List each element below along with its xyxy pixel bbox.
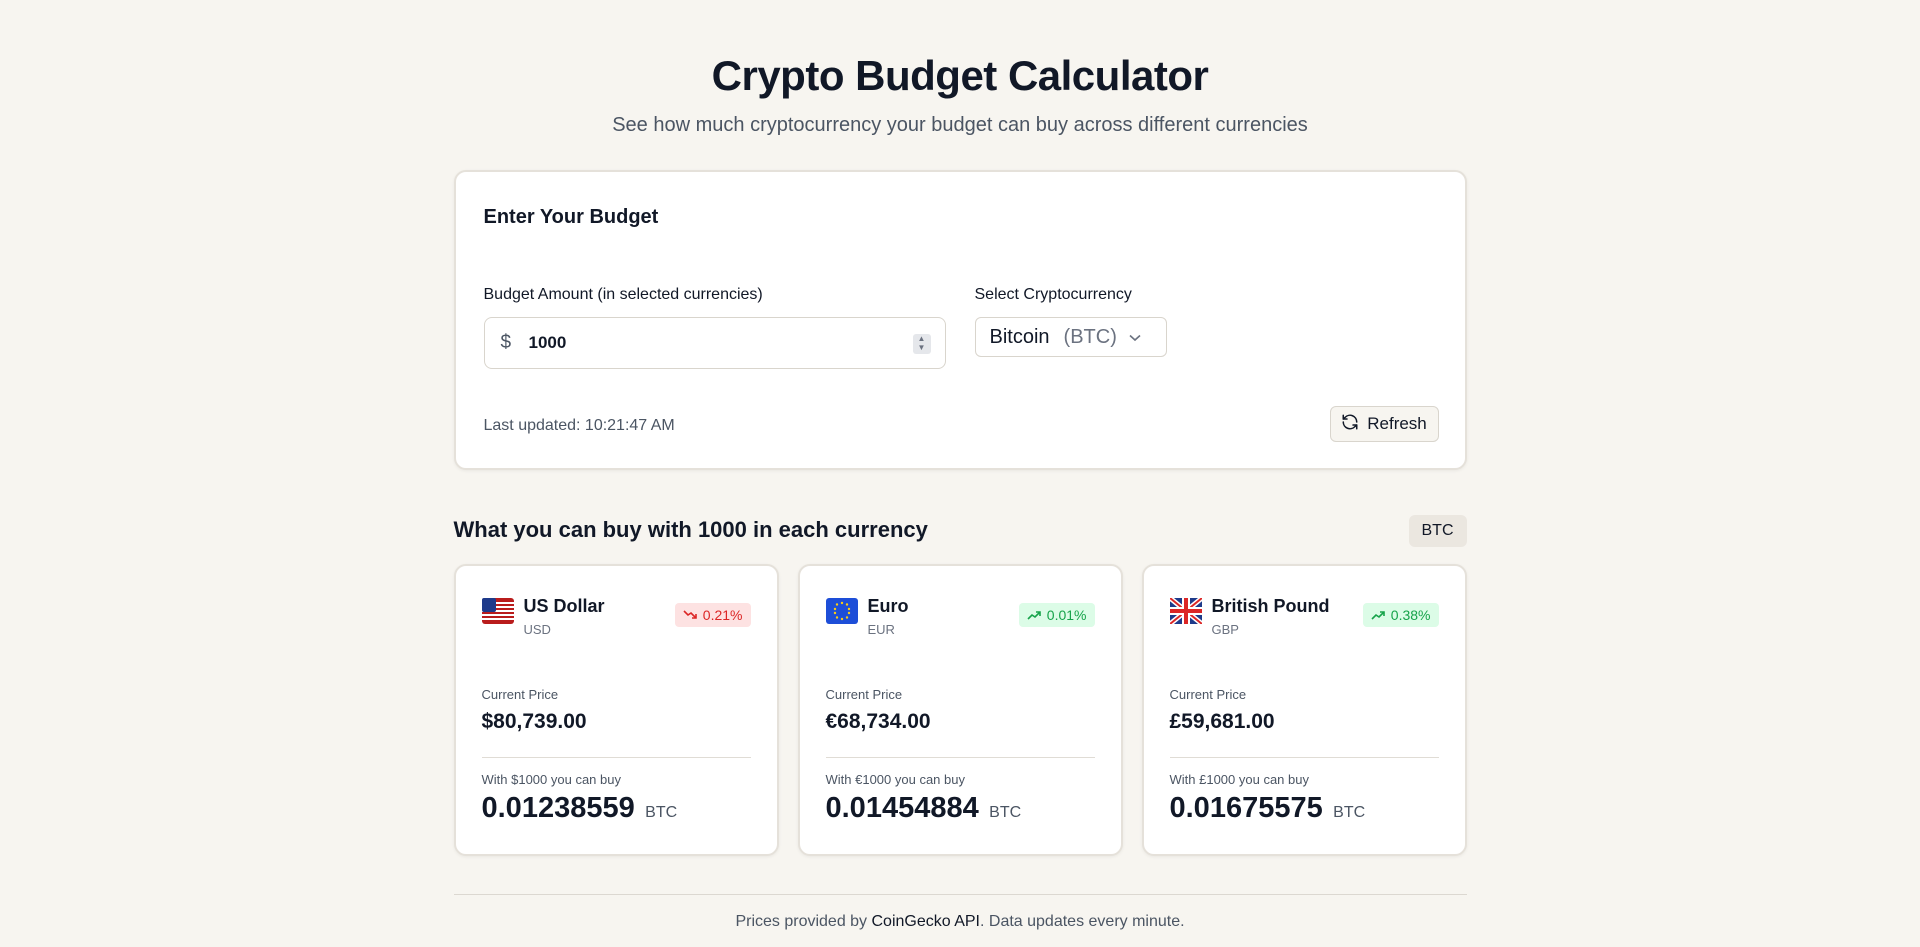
buy-label: With €1000 you can buy [825,772,965,787]
price-change-badge: 0.01% [1018,603,1095,627]
chevron-down-icon[interactable]: ▼ [913,343,931,352]
budget-amount-label: Budget Amount (in selected currencies) [483,286,763,303]
divider [825,757,1095,758]
buy-label: With $1000 you can buy [481,772,621,787]
currency-code: EUR [867,622,895,637]
results-header: What you can buy with 1000 in each curre… [454,510,1467,550]
uk-flag-icon [1169,598,1202,624]
refresh-label: Refresh [1367,414,1427,433]
price-change-value: 0.21% [702,607,743,623]
us-flag-icon [481,598,514,624]
trending-down-icon [683,607,697,623]
trending-up-icon [1027,607,1041,623]
crypto-select-name: Bitcoin [989,325,1050,348]
crypto-badge: BTC [1408,515,1467,547]
coingecko-link[interactable]: CoinGecko API [872,913,981,930]
currency-card-usd: US Dollar USD 0.21% Current Price $80,73… [453,564,779,856]
budget-amount-input[interactable]: $ 1000 ▲ ▼ [483,317,946,369]
currency-card-gbp: British Pound GBP 0.38% Current Price £5… [1141,564,1467,856]
budget-card: Enter Your Budget Budget Amount (in sele… [453,170,1467,470]
price-change-value: 0.01% [1046,607,1087,623]
currency-code: GBP [1211,622,1239,637]
currency-cards: US Dollar USD 0.21% Current Price $80,73… [453,564,1467,856]
footer-divider [453,894,1467,895]
buy-amount-value: 0.01454884 [825,792,979,824]
results-heading: What you can buy with 1000 in each curre… [453,517,928,542]
price-change-value: 0.38% [1390,607,1431,623]
eu-flag-icon [825,598,858,624]
current-price-label: Current Price [1169,687,1247,702]
current-price: $80,739.00 [481,710,587,733]
buy-amount: 0.01675575 BTC [1170,792,1366,825]
budget-card-heading: Enter Your Budget [483,206,659,228]
price-change-badge: 0.38% [1362,603,1439,627]
buy-amount: 0.01238559 BTC [482,792,678,825]
buy-label: With £1000 you can buy [1169,772,1309,787]
current-price: €68,734.00 [825,710,931,733]
currency-code: USD [523,622,551,637]
buy-amount-value: 0.01675575 [1169,792,1323,824]
footer: Prices provided by CoinGecko API. Data u… [454,913,1467,931]
refresh-button[interactable]: Refresh [1329,406,1439,442]
refresh-icon [1341,413,1359,436]
crypto-select-symbol: (BTC) [1063,325,1117,348]
buy-amount-value: 0.01238559 [481,792,635,824]
divider [481,757,751,758]
chevron-down-icon [1129,330,1141,345]
currency-name: Euro [867,596,909,616]
buy-amount-unit: BTC [1333,804,1366,821]
current-price: £59,681.00 [1169,710,1275,733]
budget-amount-value[interactable]: 1000 [529,333,567,353]
divider [1169,757,1439,758]
footer-suffix: . Data updates every minute. [980,913,1185,930]
page-subtitle: See how much cryptocurrency your budget … [612,114,1308,136]
number-spinner[interactable]: ▲ ▼ [912,334,931,354]
price-change-badge: 0.21% [674,603,751,627]
current-price-label: Current Price [825,687,903,702]
crypto-select[interactable]: Bitcoin (BTC) [974,317,1167,357]
buy-amount: 0.01454884 BTC [826,792,1022,825]
last-updated: Last updated: 10:21:47 AM [483,417,675,434]
footer-prefix: Prices provided by [735,913,872,930]
current-price-label: Current Price [481,687,559,702]
chevron-up-icon[interactable]: ▲ [913,334,931,343]
currency-name: US Dollar [523,596,605,616]
currency-name: British Pound [1211,596,1330,616]
page: Crypto Budget Calculator See how much cr… [453,0,1467,931]
crypto-select-label: Select Cryptocurrency [974,286,1132,303]
currency-symbol: $ [500,332,512,353]
trending-up-icon [1371,607,1385,623]
buy-amount-unit: BTC [989,804,1022,821]
page-title: Crypto Budget Calculator [711,52,1209,99]
currency-card-eur: Euro EUR 0.01% Current Price €68,734.00 … [797,564,1123,856]
buy-amount-unit: BTC [645,804,678,821]
